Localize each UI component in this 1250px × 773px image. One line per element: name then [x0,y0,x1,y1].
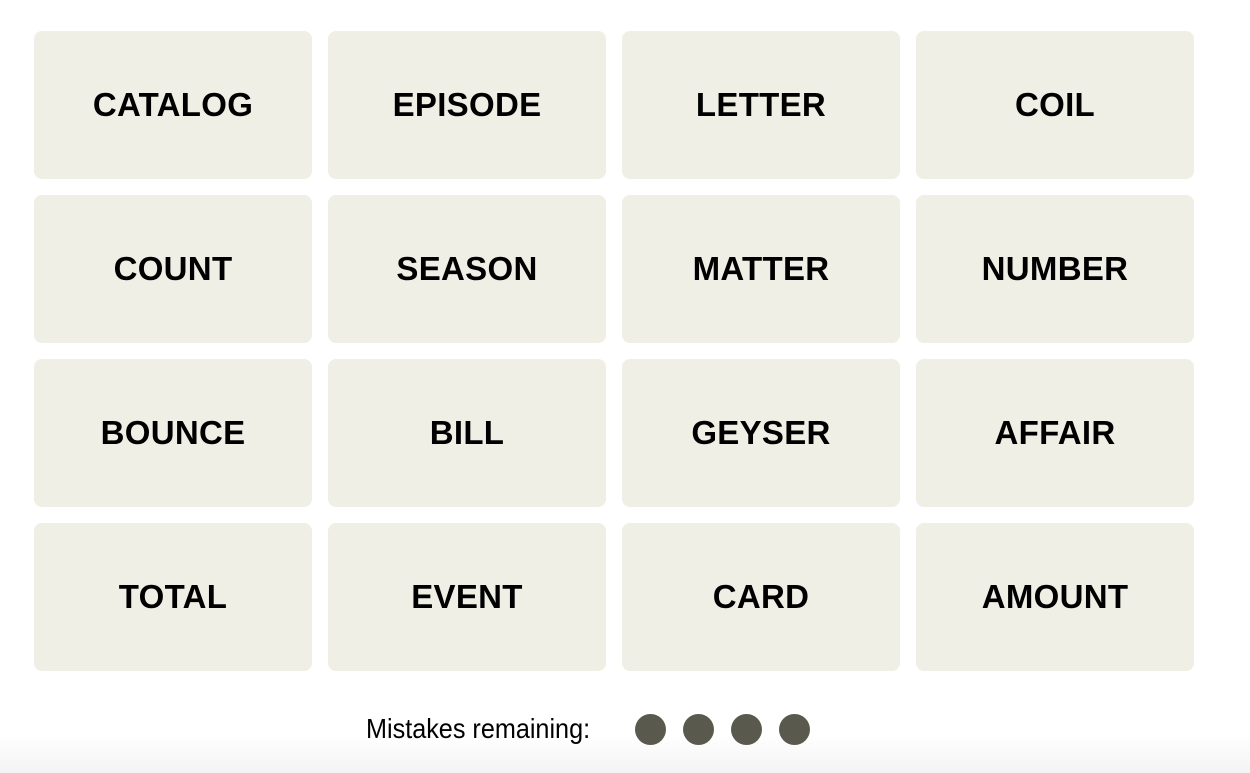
word-tile[interactable]: EPISODE [328,31,606,179]
word-grid: CATALOG EPISODE LETTER COIL COUNT SEASON… [34,31,1194,671]
word-tile[interactable]: LETTER [622,31,900,179]
mistakes-label: Mistakes remaining: [366,713,591,744]
mistake-dot [778,713,810,745]
word-tile[interactable]: EVENT [328,523,606,671]
mistake-dots [634,713,827,745]
mistakes-remaining: Mistakes remaining: [366,710,827,748]
word-tile[interactable]: AMOUNT [916,523,1194,671]
mistake-dot [730,713,762,745]
word-tile[interactable]: SEASON [328,195,606,343]
word-tile[interactable]: TOTAL [34,523,312,671]
word-tile[interactable]: NUMBER [916,195,1194,343]
word-tile[interactable]: GEYSER [622,359,900,507]
word-tile[interactable]: BILL [328,359,606,507]
word-tile[interactable]: AFFAIR [916,359,1194,507]
mistake-dot [682,713,714,745]
word-tile[interactable]: BOUNCE [34,359,312,507]
word-tile[interactable]: COUNT [34,195,312,343]
word-tile[interactable]: CARD [622,523,900,671]
word-tile[interactable]: CATALOG [34,31,312,179]
word-tile[interactable]: COIL [916,31,1194,179]
mistake-dot [634,713,666,745]
word-tile[interactable]: MATTER [622,195,900,343]
